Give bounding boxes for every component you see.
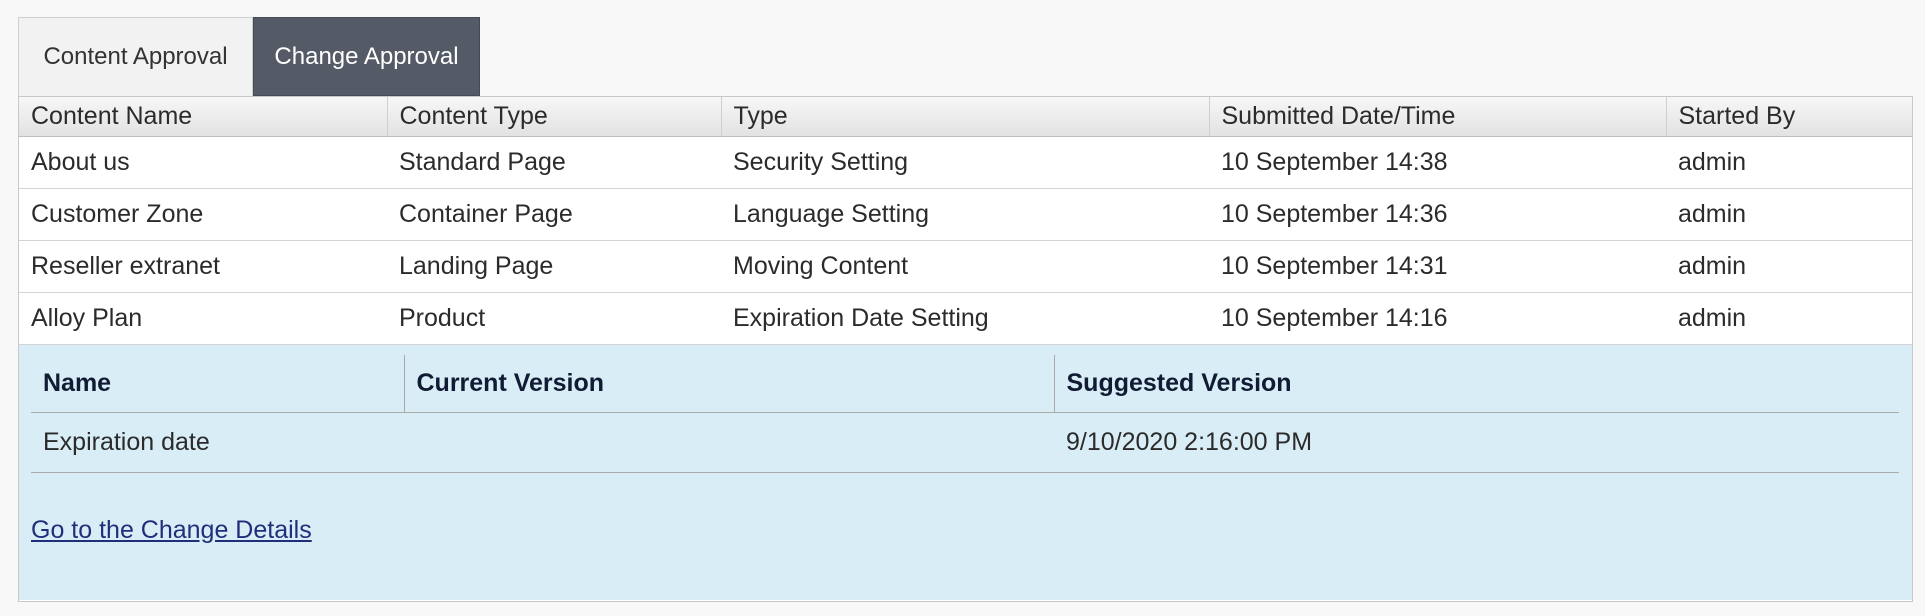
table-row-expanded[interactable]: Alloy Plan Product Expiration Date Setti… [19,292,1912,345]
cell-submitted: 10 September 14:36 [1209,188,1666,241]
cell-content-name: Reseller extranet [19,240,387,293]
detail-header-suggested-version: Suggested Version [1053,354,1899,413]
detail-header-row: Name Current Version Suggested Version [31,354,1899,413]
go-to-change-details-link[interactable]: Go to the Change Details [31,516,312,545]
detail-row: Expiration date 9/10/2020 2:16:00 PM [31,412,1899,473]
table-row[interactable]: About us Standard Page Security Setting … [19,136,1912,189]
cell-submitted: 10 September 14:31 [1209,240,1666,293]
cell-started-by: admin [1666,240,1912,293]
cell-content-type: Container Page [387,188,721,241]
detail-cell-name: Expiration date [31,412,404,473]
cell-type: Expiration Date Setting [721,292,1209,345]
change-detail-table: Name Current Version Suggested Version E… [31,354,1899,473]
cell-started-by: admin [1666,136,1912,189]
column-header-content-type[interactable]: Content Type [387,97,722,137]
detail-header-current-version: Current Version [403,354,1054,413]
cell-type: Language Setting [721,188,1209,241]
cell-content-name: Alloy Plan [19,292,387,345]
change-approval-panel: Content Name Content Type Type Submitted… [18,96,1913,602]
approval-tabs: Content Approval Change Approval [18,17,480,96]
column-header-started-by[interactable]: Started By [1666,97,1912,137]
cell-content-type: Landing Page [387,240,721,293]
cell-content-type: Standard Page [387,136,721,189]
column-header-content-name[interactable]: Content Name [19,97,388,137]
cell-content-type: Product [387,292,721,345]
table-row[interactable]: Reseller extranet Landing Page Moving Co… [19,240,1912,293]
cell-type: Moving Content [721,240,1209,293]
detail-cell-suggested-version: 9/10/2020 2:16:00 PM [1054,412,1899,473]
cell-submitted: 10 September 14:16 [1209,292,1666,345]
tab-content-approval[interactable]: Content Approval [18,17,253,96]
table-header-row: Content Name Content Type Type Submitted… [19,97,1912,137]
column-header-submitted-date-time[interactable]: Submitted Date/Time [1209,97,1667,137]
tab-change-approval[interactable]: Change Approval [253,17,480,96]
change-detail-panel: Name Current Version Suggested Version E… [19,344,1912,600]
detail-cell-current-version [404,412,1054,473]
column-header-type[interactable]: Type [721,97,1210,137]
detail-header-name: Name [31,354,404,413]
table-row[interactable]: Customer Zone Container Page Language Se… [19,188,1912,241]
cell-started-by: admin [1666,188,1912,241]
change-approval-table: Content Name Content Type Type Submitted… [19,97,1912,345]
cell-content-name: Customer Zone [19,188,387,241]
cell-submitted: 10 September 14:38 [1209,136,1666,189]
cell-content-name: About us [19,136,387,189]
cell-started-by: admin [1666,292,1912,345]
cell-type: Security Setting [721,136,1209,189]
